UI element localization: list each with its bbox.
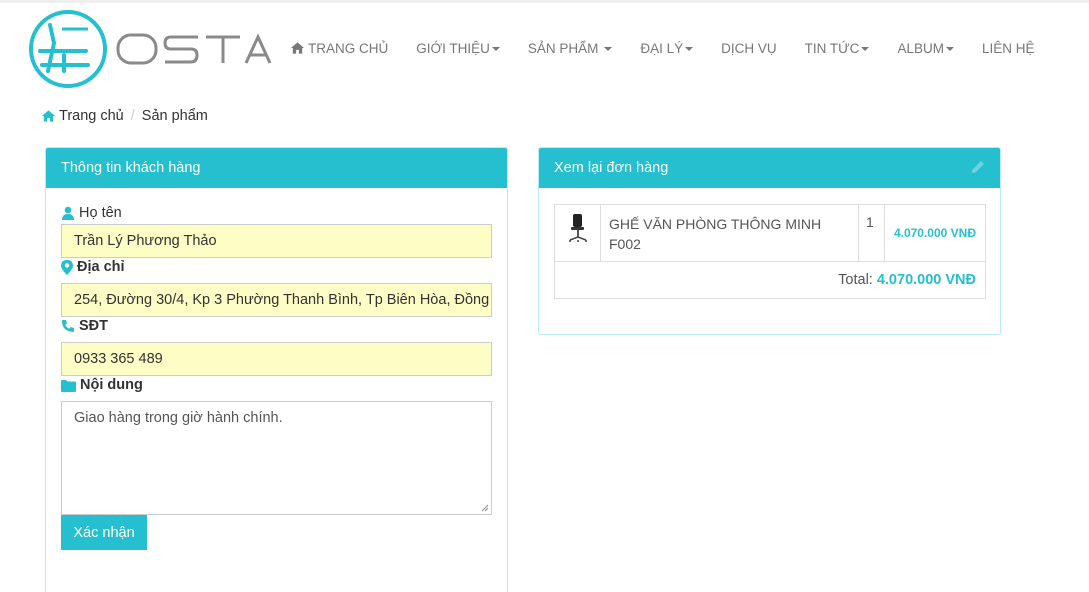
name-label: Họ tên: [61, 205, 122, 221]
pencil-icon[interactable]: [970, 159, 986, 175]
resize-grip-icon[interactable]: [480, 503, 489, 512]
nav-label: DỊCH VỤ: [721, 40, 777, 56]
nav-label: ALBUM: [897, 40, 944, 56]
breadcrumb-current: Sản phẩm: [141, 108, 208, 124]
order-table: GHẾ VĂN PHÒNG THÔNG MINH F002 1 4.070.00…: [554, 204, 986, 299]
name-label-text: Họ tên: [79, 205, 122, 221]
address-field[interactable]: 254, Đường 30/4, Kp 3 Phường Thanh Bình,…: [61, 283, 492, 317]
address-label: Địa chỉ: [61, 259, 125, 275]
content-label-text: Nội dung: [80, 377, 143, 393]
nav-services[interactable]: DỊCH VỤ: [721, 41, 777, 56]
nav-about[interactable]: GIỚI THIỆU: [416, 41, 500, 56]
product-quantity: 1: [859, 205, 885, 261]
phone-label: SĐT: [61, 318, 108, 334]
content-textarea[interactable]: Giao hàng trong giờ hành chính.: [61, 401, 492, 515]
order-review-panel: Xem lại đơn hàng GHẾ VĂN PHÒNG THÔNG MIN…: [538, 147, 1001, 335]
caret-down-icon: [685, 46, 694, 51]
nav-label: ĐẠI LÝ: [640, 40, 684, 56]
nav-label: TIN TỨC: [804, 40, 860, 56]
total-label: Total:: [838, 272, 873, 288]
content-text: Giao hàng trong giờ hành chính.: [74, 410, 283, 426]
office-chair-icon: [568, 214, 587, 242]
order-total-row: Total: 4.070.000 VNĐ: [555, 262, 985, 298]
phone-label-text: SĐT: [79, 318, 108, 334]
nav-products[interactable]: SẢN PHẨM: [528, 41, 613, 56]
order-review-heading: Xem lại đơn hàng: [539, 148, 1000, 188]
nav-label: SẢN PHẨM: [527, 40, 599, 56]
nav-news[interactable]: TIN TỨC: [805, 41, 870, 56]
product-name: GHẾ VĂN PHÒNG THÔNG MINH F002: [601, 205, 859, 261]
order-review-title: Xem lại đơn hàng: [554, 160, 669, 176]
caret-down-icon: [945, 46, 954, 51]
submit-button[interactable]: Xác nhận: [61, 515, 147, 550]
product-thumbnail[interactable]: [555, 205, 601, 261]
caret-down-icon: [491, 46, 500, 51]
nav-contact[interactable]: LIÊN HỆ: [982, 41, 1035, 56]
folder-icon: [61, 379, 76, 392]
table-row: GHẾ VĂN PHÒNG THÔNG MINH F002 1 4.070.00…: [555, 205, 985, 262]
product-price: 4.070.000 VNĐ: [893, 226, 976, 240]
map-marker-icon: [61, 259, 73, 275]
customer-info-title: Thông tin khách hàng: [46, 148, 507, 188]
caret-down-icon: [861, 46, 870, 51]
phone-field[interactable]: 0933 365 489: [61, 342, 492, 376]
osta-logo[interactable]: [28, 9, 273, 89]
home-icon: [41, 110, 56, 122]
home-icon: [290, 42, 305, 54]
customer-info-panel: Thông tin khách hàng Họ tên Trần Lý Phươ…: [45, 147, 508, 592]
nav-home[interactable]: TRANG CHỦ: [290, 41, 388, 56]
nav-label: TRANG CHỦ: [308, 40, 389, 56]
address-label-text: Địa chỉ: [77, 259, 125, 275]
nav-album[interactable]: ALBUM: [897, 41, 954, 56]
main-nav: TRANG CHỦ GIỚI THIỆU SẢN PHẨM ĐẠI LÝ DỊC…: [290, 38, 1034, 58]
phone-icon: [62, 320, 74, 332]
top-border: [0, 0, 1089, 3]
breadcrumb-home-link[interactable]: Trang chủ: [59, 108, 124, 124]
total-amount: 4.070.000 VNĐ: [876, 272, 976, 288]
user-icon: [62, 206, 74, 220]
content-label: Nội dung: [61, 377, 143, 393]
breadcrumb: Trang chủ / Sản phẩm: [41, 108, 208, 124]
breadcrumb-separator: /: [130, 108, 135, 124]
caret-down-icon: [604, 46, 613, 51]
nav-agents[interactable]: ĐẠI LÝ: [640, 40, 694, 56]
nav-label: GIỚI THIỆU: [416, 40, 490, 56]
name-field[interactable]: Trần Lý Phương Thảo: [61, 224, 492, 258]
nav-label: LIÊN HỆ: [981, 40, 1035, 56]
